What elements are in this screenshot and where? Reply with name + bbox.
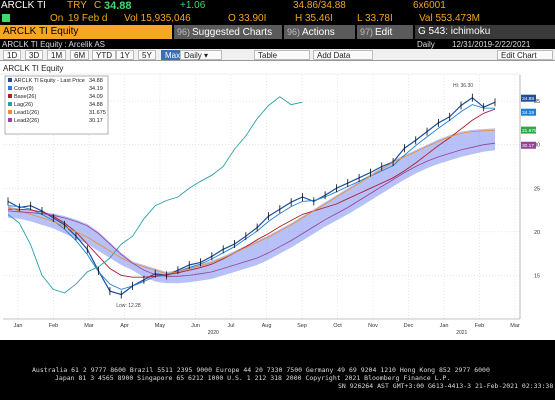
- ticker[interactable]: ARCLK TI: [1, 0, 46, 12]
- range-tab-bar: 1D 3D 1M 6M YTD 1Y 5Y Max Daily ▾ Table …: [0, 49, 555, 61]
- y-tick-label: 15: [534, 273, 540, 279]
- up-arrow-icon: [2, 14, 10, 22]
- legend-last-price: 34.88: [89, 78, 103, 84]
- actions-button[interactable]: 96) Actions: [284, 25, 355, 39]
- frequency-select[interactable]: Daily ▾: [180, 50, 222, 60]
- open-price: O 33.90I: [228, 13, 267, 24]
- legend-lead1: Lead1(26): [14, 110, 39, 116]
- legend-lag: Lag(26): [14, 102, 33, 108]
- y-tick-label: 20: [534, 230, 540, 236]
- volume: Vol 15,935,046: [124, 13, 191, 24]
- bid-ask: 34.86/34.88: [293, 0, 346, 11]
- low-price: L 33.78I: [357, 13, 393, 24]
- tab-5y[interactable]: 5Y: [138, 50, 156, 60]
- legend-conv-value: 34.19: [89, 86, 103, 92]
- price-change: +1.06: [180, 0, 206, 11]
- footer-line-3: SN 926264 AST GMT+3:00 G613-4413-3 21-Fe…: [338, 382, 554, 390]
- edit-button[interactable]: 97) Edit: [357, 25, 413, 39]
- x-tick-label: Aug: [262, 323, 272, 329]
- low-annotation: Low: 12.28: [116, 303, 141, 309]
- x-tick-label: Oct: [333, 323, 342, 329]
- quote-date: 19 Feb d: [68, 13, 108, 24]
- x-tick-label: Dec: [404, 323, 414, 329]
- x-tick-label: Apr: [120, 323, 129, 329]
- tab-6m[interactable]: 6M: [70, 50, 90, 60]
- quote-bar: ARCLK TI TRY C 34.88 +1.06 34.86/34.88 6…: [0, 0, 555, 12]
- legend-lead1-value: 31.675: [89, 110, 106, 116]
- tab-1d[interactable]: 1D: [3, 50, 22, 60]
- tab-3d[interactable]: 3D: [25, 50, 44, 60]
- legend-lag-value: 34.88: [89, 102, 103, 108]
- year-label-2020: 2020: [208, 330, 219, 336]
- x-tick-label: Feb: [49, 323, 58, 329]
- date-range[interactable]: 12/31/2019-2/22/2021: [452, 40, 530, 49]
- price-tag-label: 31.675: [522, 128, 537, 134]
- legend-title: ARCLK TI Equity - Last Price: [14, 78, 85, 84]
- edit-chart-button[interactable]: Edit Chart: [497, 50, 553, 60]
- x-tick-label: Mar: [84, 323, 94, 329]
- add-data-button[interactable]: Add Data: [313, 50, 373, 60]
- table-button[interactable]: Table: [254, 50, 310, 60]
- trade-size: 6x6001: [413, 0, 446, 11]
- x-tick-label: Jun: [191, 323, 200, 329]
- currency: TRY: [67, 0, 87, 11]
- y-tick-label: 25: [534, 186, 540, 192]
- tab-1m[interactable]: 1M: [47, 50, 67, 60]
- high-price: H 35.46I: [295, 13, 333, 24]
- open-flag: On: [50, 13, 64, 24]
- year-label-2021: 2021: [456, 330, 467, 336]
- footer: Australia 61 2 9777 8600 Brazil 5511 239…: [0, 340, 555, 400]
- x-tick-label: Jan: [14, 323, 23, 329]
- footer-line-1: Australia 61 2 9777 8600 Brazil 5511 239…: [32, 366, 490, 374]
- legend-lead2-value: 30.17: [89, 118, 103, 124]
- x-tick-label: Jul: [227, 323, 234, 329]
- function-toolbar: ARCLK TI Equity 96) Suggested Charts 96) A…: [0, 25, 555, 39]
- x-tick-label: Sep: [297, 323, 307, 329]
- traded-value: Val 553.473M: [419, 13, 480, 24]
- x-tick-label: Mar: [510, 323, 520, 329]
- legend-lead2: Lead2(26): [14, 118, 39, 124]
- suggested-charts-button[interactable]: 96) Suggested Charts: [174, 25, 282, 39]
- last-price: 34.88: [104, 0, 132, 12]
- security-info-row: ARCLK TI Equity : Arcelik AS Daily 12/31…: [0, 40, 555, 49]
- ichimoku-chart[interactable]: ARCLK TI Equity Jan Feb Mar Apr May Jun Jul Aug…: [0, 61, 555, 340]
- security-name: ARCLK TI Equity : Arcelik AS: [2, 40, 106, 49]
- price-tag-label: 34.19: [522, 110, 534, 116]
- x-tick-label: Feb: [475, 323, 484, 329]
- price-tag-label: 30.17: [522, 143, 534, 149]
- x-tick-label: May: [155, 323, 166, 329]
- x-tick-label: Nov: [368, 323, 378, 329]
- legend-base-value: 34.09: [89, 94, 103, 100]
- chart-title: ARCLK TI Equity: [3, 64, 63, 73]
- price-prefix: C: [94, 0, 102, 11]
- day-stats-bar: On 19 Feb d Vol 15,935,046 O 33.90I H 35…: [0, 12, 555, 25]
- page-name: G 543: ichimoku: [415, 25, 555, 39]
- chart-panel[interactable]: ARCLK TI Equity Jan Feb Mar Apr May Jun Jul Aug…: [0, 61, 555, 340]
- high-annotation: Hi: 36.30: [453, 83, 473, 89]
- footer-line-2: Japan 81 3 4565 8900 Singapore 65 6212 1…: [55, 374, 451, 382]
- security-field[interactable]: ARCLK TI Equity: [0, 25, 172, 39]
- price-tag-label: 34.88: [522, 96, 534, 102]
- tab-ytd[interactable]: YTD: [92, 50, 116, 60]
- x-tick-label: Jan: [440, 323, 449, 329]
- legend-base: Base(26): [14, 94, 36, 100]
- frequency-label: Daily: [417, 40, 435, 49]
- tab-1y[interactable]: 1Y: [116, 50, 134, 60]
- chart-legend[interactable]: ARCLK TI Equity - Last Price 34.88 Conv(…: [4, 75, 109, 135]
- legend-conv: Conv(9): [14, 86, 34, 92]
